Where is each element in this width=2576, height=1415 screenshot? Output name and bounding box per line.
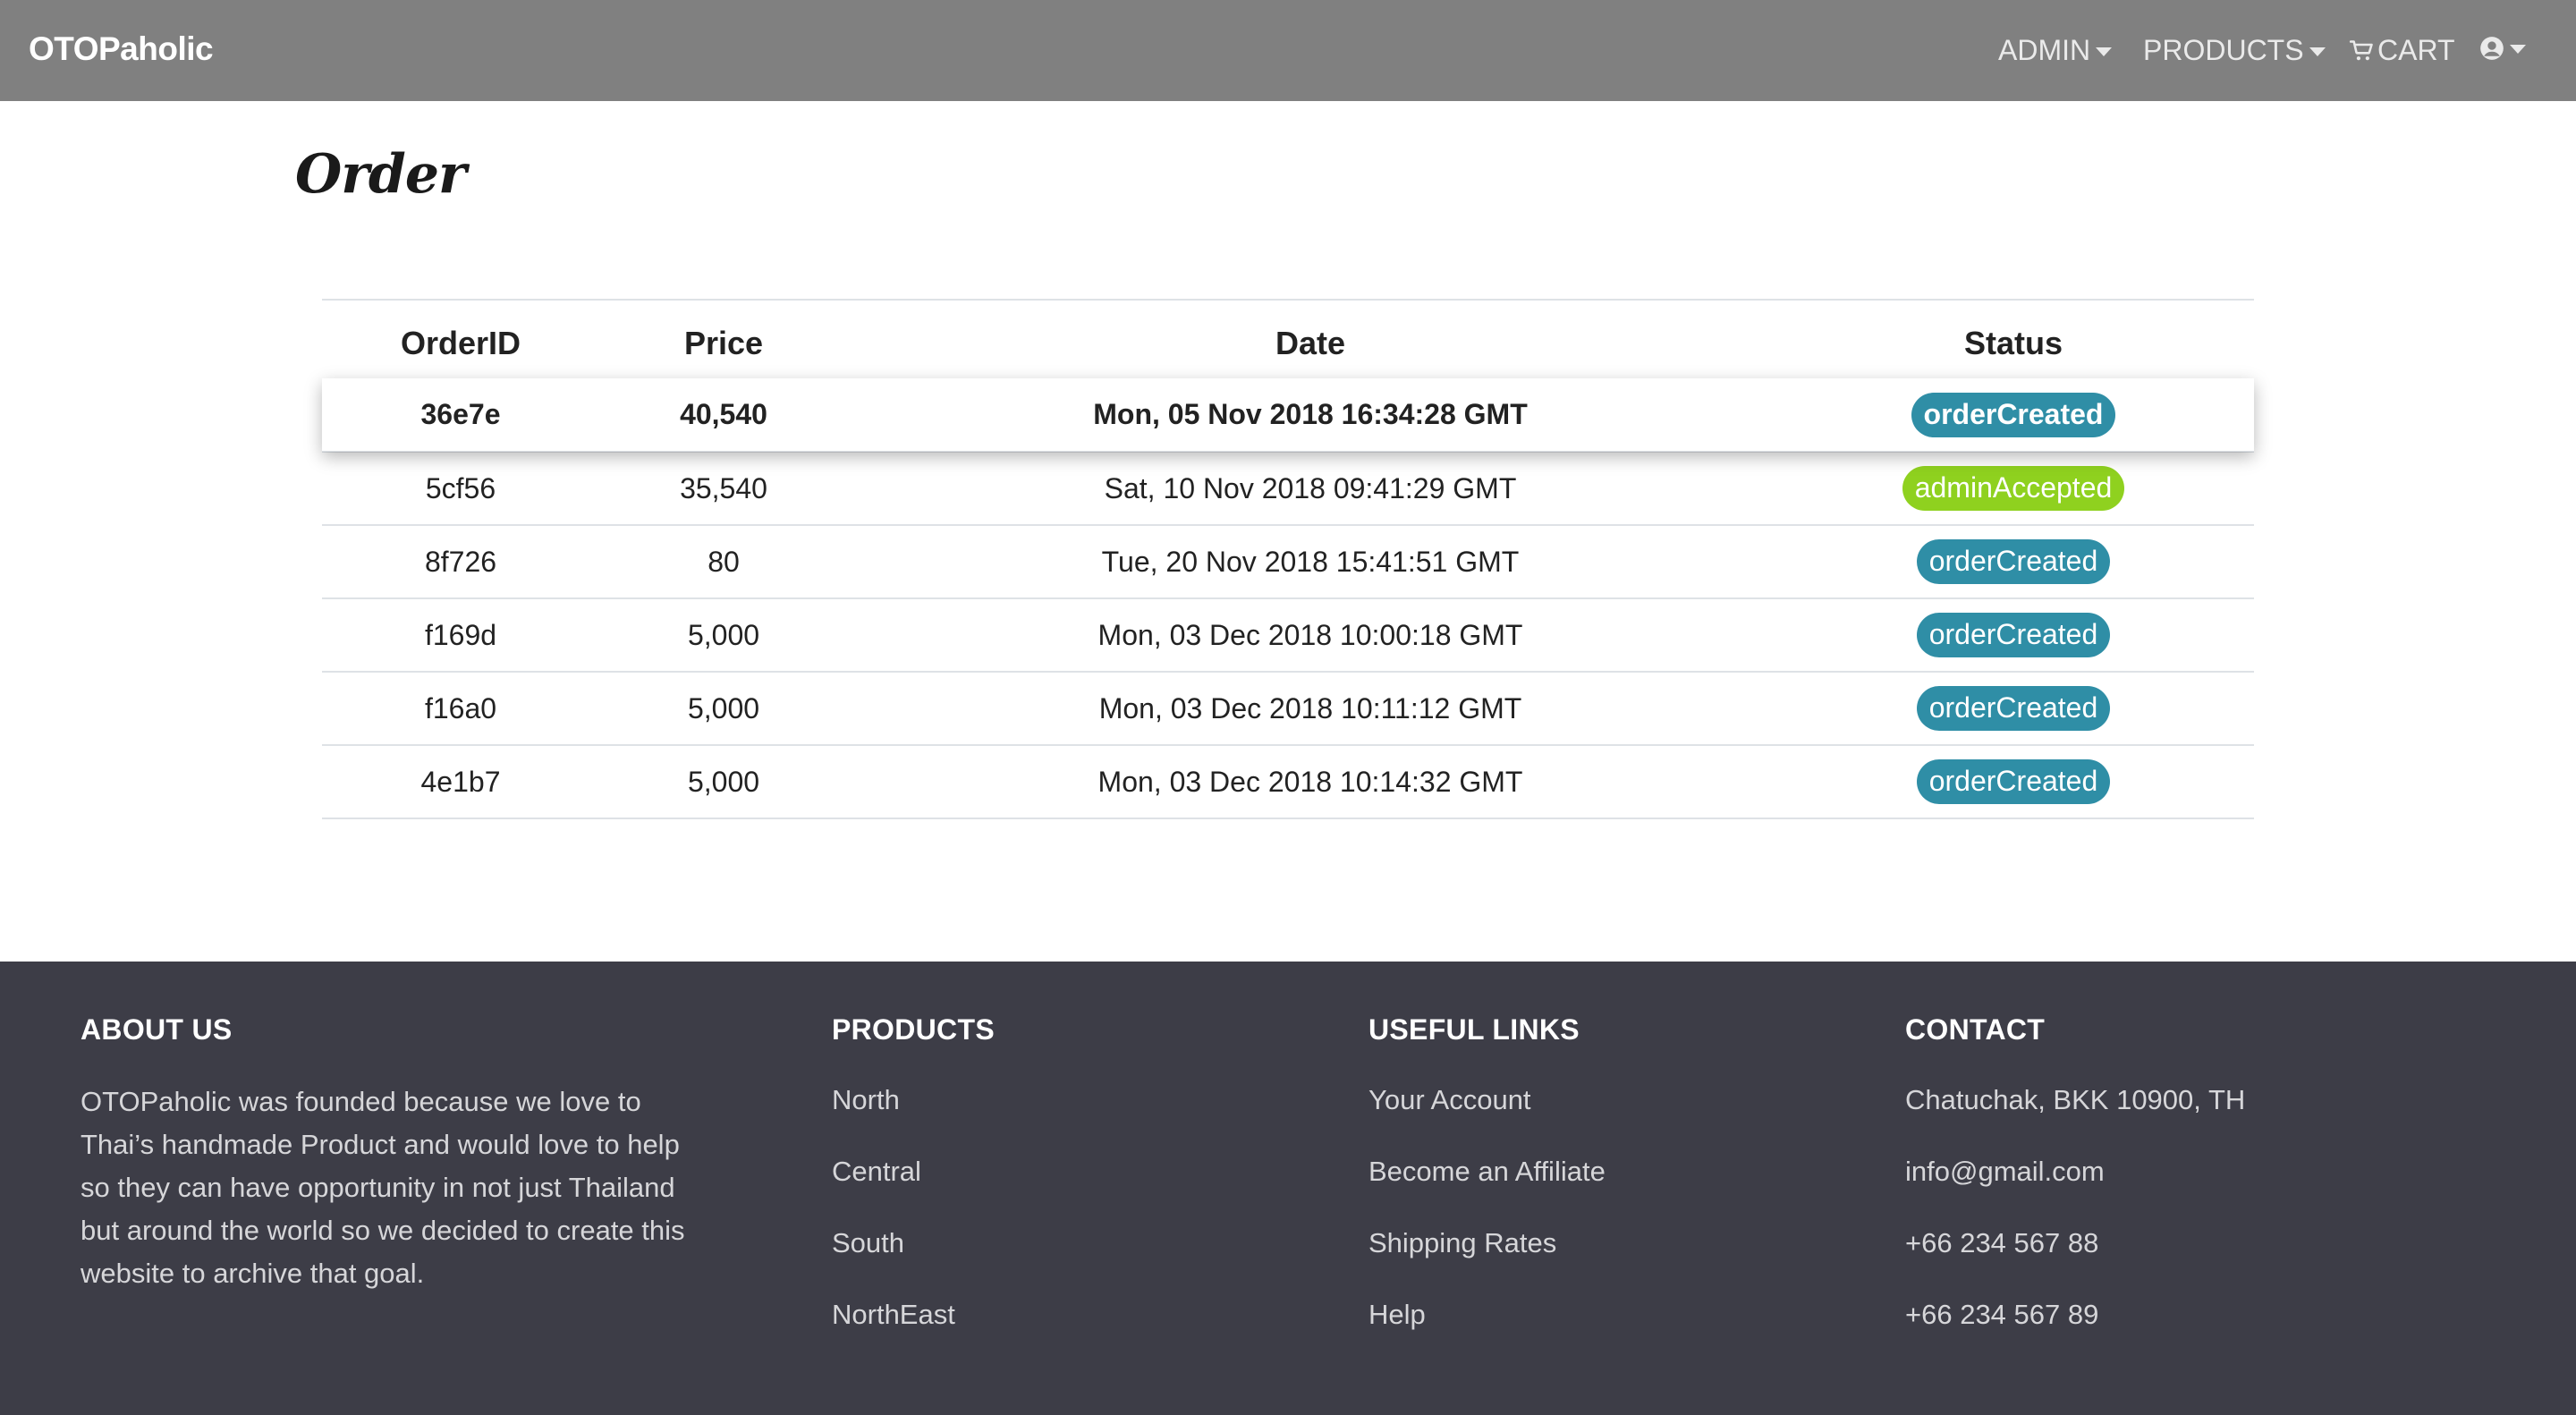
order-id-cell: 8f726 <box>322 524 599 598</box>
footer-products: PRODUCTS North Central South NorthEast <box>832 1013 995 1367</box>
footer-products-heading: PRODUCTS <box>832 1013 995 1046</box>
footer-about-heading: ABOUT US <box>80 1013 233 1046</box>
order-id-cell: f169d <box>322 597 599 672</box>
footer-useful-link[interactable]: Help <box>1368 1295 1606 1367</box>
header-price: Price <box>599 299 848 378</box>
price-cell: 5,000 <box>599 744 848 819</box>
order-id-cell: 36e7e <box>322 378 599 452</box>
status-badge: orderCreated <box>1916 759 2111 804</box>
page-title: Order <box>295 143 467 206</box>
nav-admin-dropdown[interactable]: ADMIN <box>1998 34 2113 67</box>
table-row[interactable]: 36e7e 40,540 Mon, 05 Nov 2018 16:34:28 G… <box>322 378 2254 452</box>
status-badge: orderCreated <box>1916 686 2111 731</box>
nav-admin-label: ADMIN <box>1998 34 2091 66</box>
footer: ABOUT US OTOPaholic was founded because … <box>0 962 2576 1415</box>
order-id-cell: 5cf56 <box>322 451 599 525</box>
table-row[interactable]: f16a0 5,000 Mon, 03 Dec 2018 10:11:12 GM… <box>322 671 2254 745</box>
footer-contact-email[interactable]: info@gmail.com <box>1905 1152 2245 1224</box>
nav-cart-label: CART <box>2377 34 2455 66</box>
header-order-id: OrderID <box>322 299 599 378</box>
table-row[interactable]: 4e1b7 5,000 Mon, 03 Dec 2018 10:14:32 GM… <box>322 744 2254 819</box>
header-status: Status <box>1773 299 2254 378</box>
footer-product-link[interactable]: North <box>832 1080 995 1152</box>
user-circle-icon <box>2480 37 2504 60</box>
status-cell: orderCreated <box>1773 524 2254 598</box>
footer-contact-phone[interactable]: +66 234 567 89 <box>1905 1295 2245 1367</box>
price-cell: 80 <box>599 524 848 598</box>
footer-contact-heading: CONTACT <box>1905 1013 2046 1046</box>
date-cell: Sat, 10 Nov 2018 09:41:29 GMT <box>848 451 1773 525</box>
footer-product-link[interactable]: Central <box>832 1152 995 1224</box>
orders-table: OrderID Price Date Status 36e7e 40,540 M… <box>322 299 2254 819</box>
order-id-cell: 4e1b7 <box>322 744 599 819</box>
header-date: Date <box>848 299 1773 378</box>
status-badge: orderCreated <box>1911 392 2116 437</box>
footer-links-heading: USEFUL LINKS <box>1368 1013 1580 1046</box>
order-id-cell: f16a0 <box>322 671 599 745</box>
table-row[interactable]: 5cf56 35,540 Sat, 10 Nov 2018 09:41:29 G… <box>322 451 2254 525</box>
date-cell: Mon, 03 Dec 2018 10:11:12 GMT <box>848 671 1773 745</box>
price-cell: 5,000 <box>599 597 848 672</box>
table-row[interactable]: f169d 5,000 Mon, 03 Dec 2018 10:00:18 GM… <box>322 597 2254 672</box>
price-cell: 5,000 <box>599 671 848 745</box>
caret-down-icon <box>2309 47 2326 56</box>
status-cell: orderCreated <box>1773 597 2254 672</box>
status-badge: orderCreated <box>1916 613 2111 657</box>
price-cell: 35,540 <box>599 451 848 525</box>
status-badge: adminAccepted <box>1902 466 2125 511</box>
footer-product-link[interactable]: South <box>832 1224 995 1295</box>
date-cell: Mon, 03 Dec 2018 10:00:18 GMT <box>848 597 1773 672</box>
table-header-row: OrderID Price Date Status <box>322 299 2254 378</box>
caret-down-icon <box>2096 47 2113 56</box>
date-cell: Mon, 05 Nov 2018 16:34:28 GMT <box>848 378 1773 452</box>
footer-useful-link[interactable]: Shipping Rates <box>1368 1224 1606 1295</box>
footer-useful-links: USEFUL LINKS Your Account Become an Affi… <box>1368 1013 1606 1367</box>
status-cell: orderCreated <box>1773 671 2254 745</box>
nav-cart-link[interactable]: CART <box>2349 34 2455 67</box>
nav-products-label: PRODUCTS <box>2143 34 2304 66</box>
footer-contact-address: Chatuchak, BKK 10900, TH <box>1905 1084 2246 1115</box>
footer-contact: CONTACT Chatuchak, BKK 10900, TH info@gm… <box>1905 1013 2245 1367</box>
status-badge: orderCreated <box>1916 539 2111 584</box>
date-cell: Tue, 20 Nov 2018 15:41:51 GMT <box>848 524 1773 598</box>
nav-user-dropdown[interactable] <box>2479 36 2526 61</box>
brand-logo[interactable]: OTOPaholic <box>29 30 214 68</box>
nav-products-dropdown[interactable]: PRODUCTS <box>2143 34 2326 67</box>
footer-about-text: OTOPaholic was founded because we love t… <box>80 1086 685 1289</box>
cart-icon <box>2349 39 2373 60</box>
footer-contact-phone[interactable]: +66 234 567 88 <box>1905 1224 2245 1295</box>
status-cell: orderCreated <box>1773 378 2254 452</box>
table-row[interactable]: 8f726 80 Tue, 20 Nov 2018 15:41:51 GMT o… <box>322 524 2254 598</box>
status-cell: adminAccepted <box>1773 451 2254 525</box>
footer-about: ABOUT US OTOPaholic was founded because … <box>80 1013 689 1295</box>
caret-down-icon <box>2510 45 2526 54</box>
status-cell: orderCreated <box>1773 744 2254 819</box>
navbar: OTOPaholic ADMIN PRODUCTS CART <box>0 0 2576 101</box>
footer-useful-link[interactable]: Your Account <box>1368 1080 1606 1152</box>
date-cell: Mon, 03 Dec 2018 10:14:32 GMT <box>848 744 1773 819</box>
footer-useful-link[interactable]: Become an Affiliate <box>1368 1152 1606 1224</box>
price-cell: 40,540 <box>599 378 848 452</box>
footer-product-link[interactable]: NorthEast <box>832 1295 995 1367</box>
